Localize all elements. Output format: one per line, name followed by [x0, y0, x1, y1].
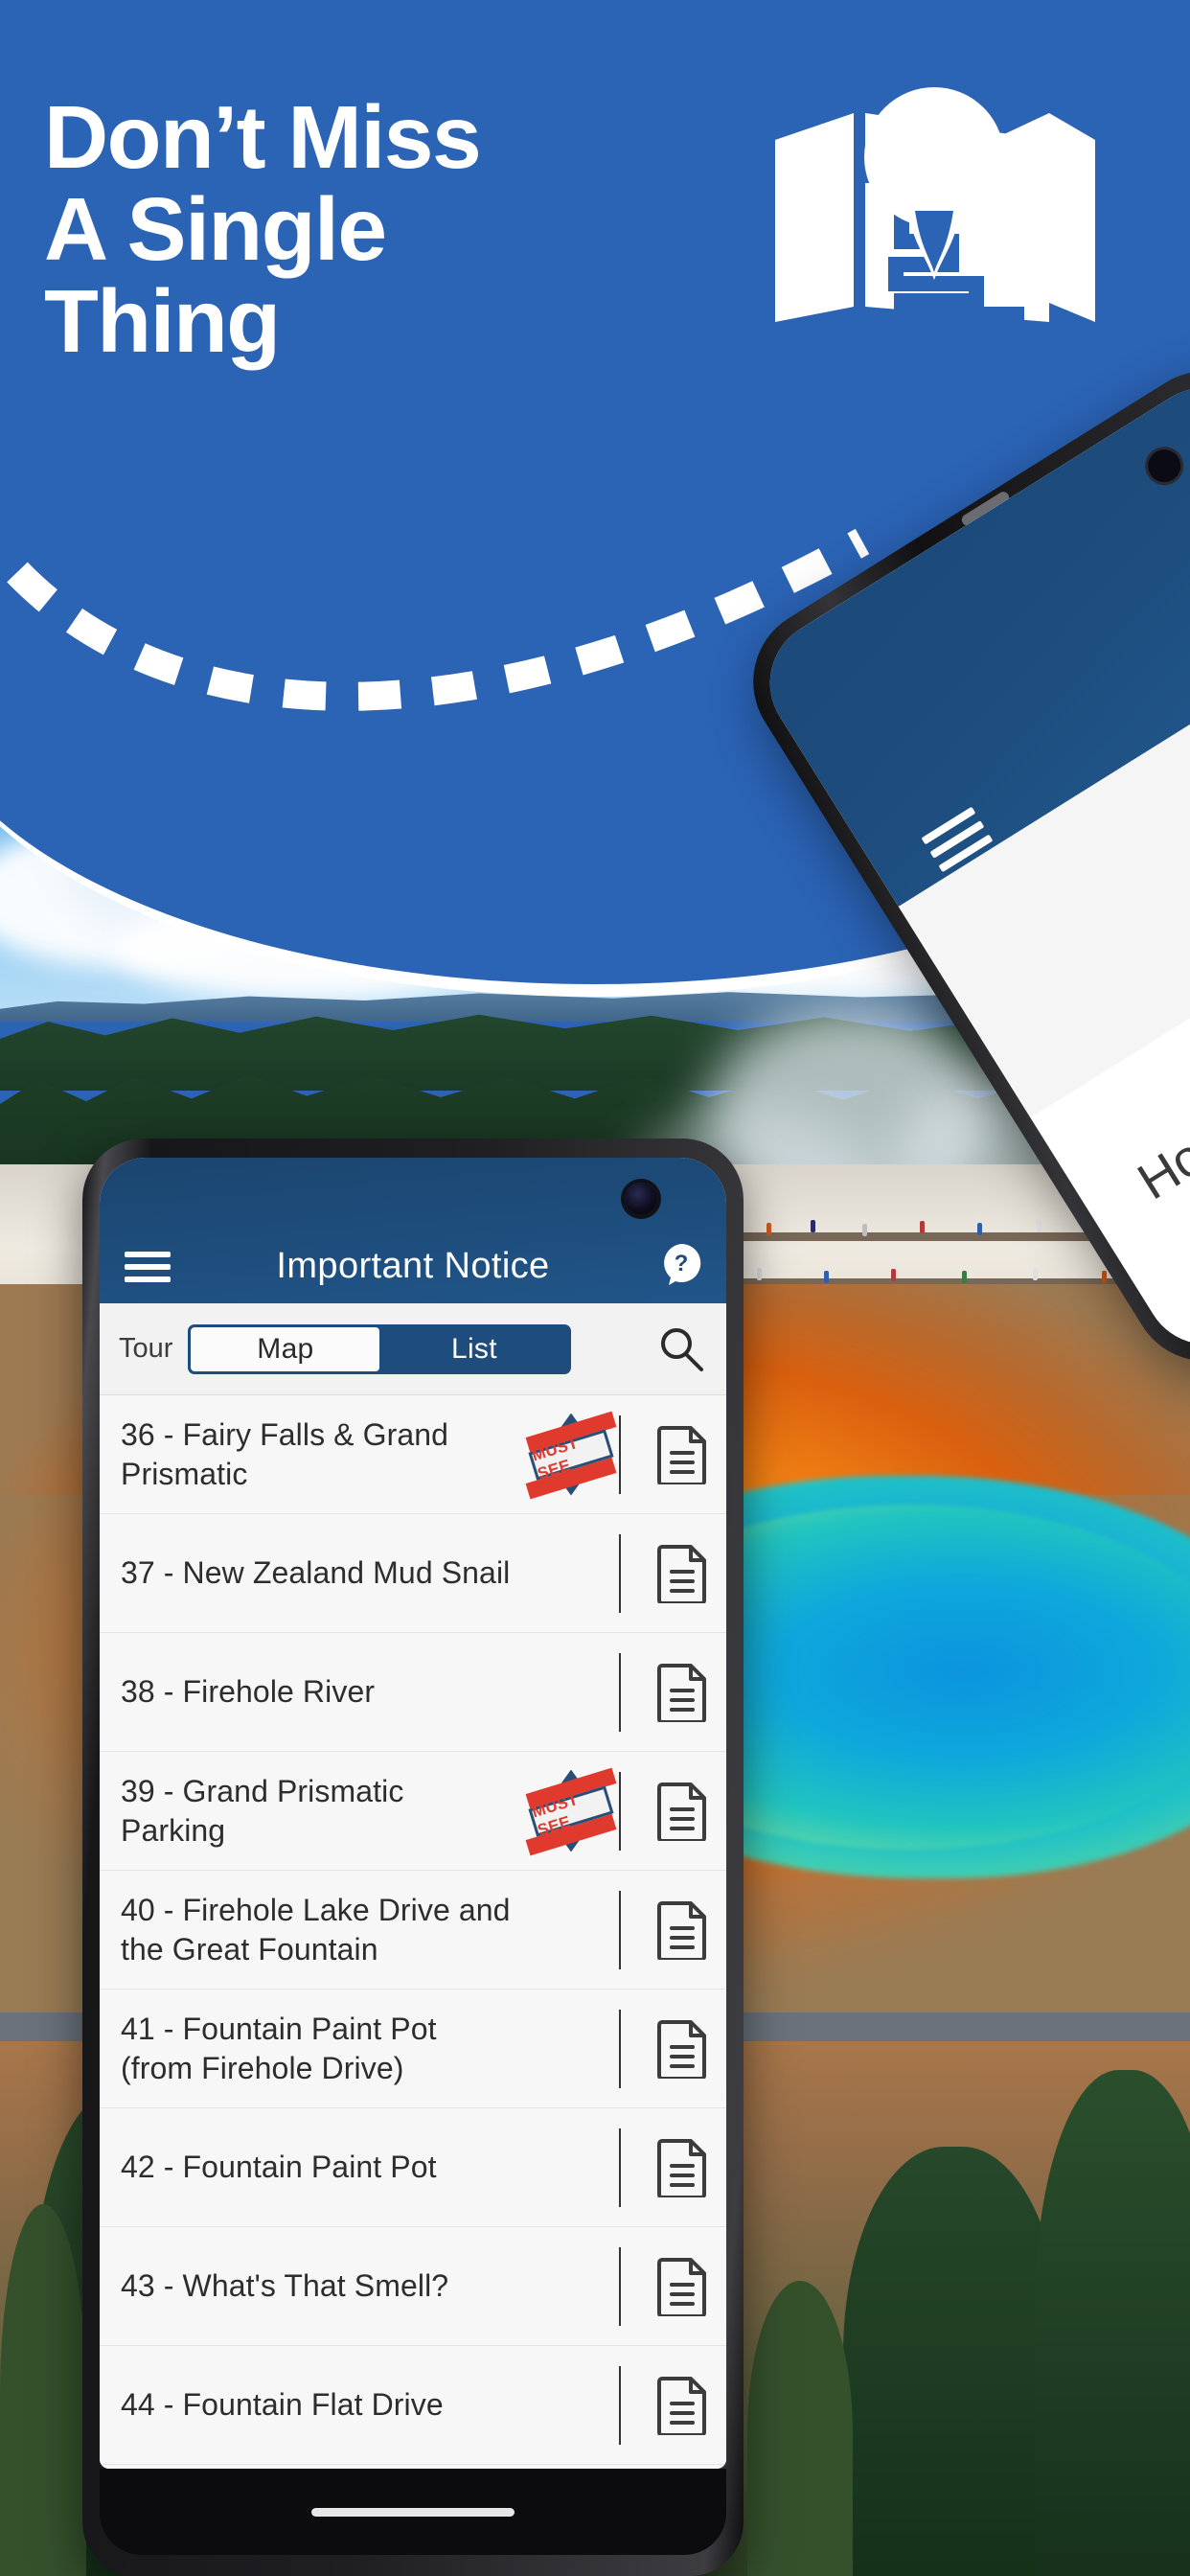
- table-row[interactable]: 40 - Firehole Lake Drive and the Great F…: [100, 1871, 726, 1990]
- phone-mockup-front: Important Notice ? Tour Map List 36 - Fa…: [82, 1138, 744, 2576]
- document-icon[interactable]: [638, 1544, 726, 1603]
- table-row[interactable]: 44 - Fountain Flat Drive: [100, 2346, 726, 2465]
- must-see-badge: MUST SEE: [525, 1411, 617, 1499]
- table-row[interactable]: 36 - Fairy Falls & Grand Prismatic MUST S…: [100, 1395, 726, 1514]
- document-icon[interactable]: [638, 1900, 726, 1960]
- headline-line-1: Don’t Miss: [44, 87, 482, 187]
- document-icon[interactable]: [638, 1425, 726, 1484]
- svg-text:?: ?: [675, 1251, 689, 1276]
- must-see-badge-slot: MUST SEE: [525, 1411, 617, 1499]
- drawer-item-home[interactable]: Home: [1128, 1088, 1190, 1211]
- search-magnifier-icon[interactable]: [655, 1323, 707, 1375]
- tour-stop-title: 39 - Grand Prismatic Parking: [121, 1773, 404, 1848]
- table-row[interactable]: 42 - Fountain Paint Pot: [100, 2108, 726, 2227]
- headline-line-2: A Single: [44, 178, 387, 279]
- map-list-segmented-control[interactable]: Map List: [188, 1323, 572, 1374]
- document-icon[interactable]: [638, 1782, 726, 1841]
- folded-map-with-location-pin-icon: [762, 84, 1107, 324]
- headline-line-3: Thing: [44, 270, 281, 371]
- table-row[interactable]: 41 - Fountain Paint Pot (from Firehole D…: [100, 1990, 726, 2108]
- table-row[interactable]: 38 - Firehole River: [100, 1633, 726, 1752]
- tour-stop-title: 42 - Fountain Paint Pot: [121, 2150, 437, 2185]
- phone-front-screen: Important Notice ? Tour Map List 36 - Fa…: [100, 1158, 726, 2469]
- home-gesture-bar[interactable]: [311, 2507, 515, 2517]
- row-divider: [619, 2009, 621, 2088]
- app-bar: Important Notice ?: [100, 1158, 726, 1303]
- must-see-badge-slot: MUST SEE: [525, 1767, 617, 1855]
- tour-stop-title: 37 - New Zealand Mud Snail: [121, 1555, 511, 1591]
- phone-front-frame: Important Notice ? Tour Map List 36 - Fa…: [82, 1138, 744, 2576]
- row-divider: [619, 2365, 621, 2445]
- document-icon[interactable]: [638, 2257, 726, 2316]
- table-row[interactable]: 37 - New Zealand Mud Snail: [100, 1514, 726, 1633]
- table-row[interactable]: 39 - Grand Prismatic Parking MUST SEE: [100, 1752, 726, 1871]
- row-divider: [619, 2128, 621, 2207]
- tab-map[interactable]: Map: [191, 1326, 380, 1371]
- must-see-badge: MUST SEE: [525, 1767, 617, 1855]
- row-divider: [619, 1652, 621, 1732]
- document-icon[interactable]: [638, 2138, 726, 2197]
- row-divider: [619, 1414, 621, 1494]
- row-divider: [619, 2246, 621, 2326]
- row-divider: [619, 1890, 621, 1969]
- tour-stop-title: 40 - Firehole Lake Drive and the Great F…: [121, 1892, 511, 1966]
- row-divider: [619, 1533, 621, 1613]
- tour-stop-title: 43 - What's That Smell?: [121, 2268, 449, 2304]
- front-camera-punch-hole: [1141, 443, 1187, 489]
- document-icon[interactable]: [638, 2019, 726, 2079]
- document-icon[interactable]: [638, 1663, 726, 1722]
- tab-list[interactable]: List: [379, 1327, 568, 1371]
- tour-label: Tour: [119, 1333, 173, 1364]
- tour-stop-list[interactable]: 36 - Fairy Falls & Grand Prismatic MUST S…: [100, 1395, 726, 2469]
- tour-stop-title: 38 - Firehole River: [121, 1674, 376, 1710]
- document-icon[interactable]: [638, 2376, 726, 2435]
- question-mark-help-icon[interactable]: ?: [659, 1242, 703, 1286]
- tour-stop-title: 36 - Fairy Falls & Grand Prismatic: [121, 1416, 449, 1491]
- tour-stop-title: 44 - Fountain Flat Drive: [121, 2387, 444, 2423]
- table-row[interactable]: 43 - What's That Smell?: [100, 2227, 726, 2346]
- tour-toolbar: Tour Map List: [100, 1303, 726, 1395]
- tour-stop-title: 41 - Fountain Paint Pot (from Firehole D…: [121, 2011, 437, 2085]
- row-divider: [619, 1771, 621, 1851]
- hero-headline: Don’t Miss A Single Thing: [44, 87, 734, 371]
- system-navigation-bar: [100, 2469, 726, 2555]
- page-title: Important Notice: [276, 1246, 550, 1286]
- front-camera-punch-hole: [625, 1183, 657, 1215]
